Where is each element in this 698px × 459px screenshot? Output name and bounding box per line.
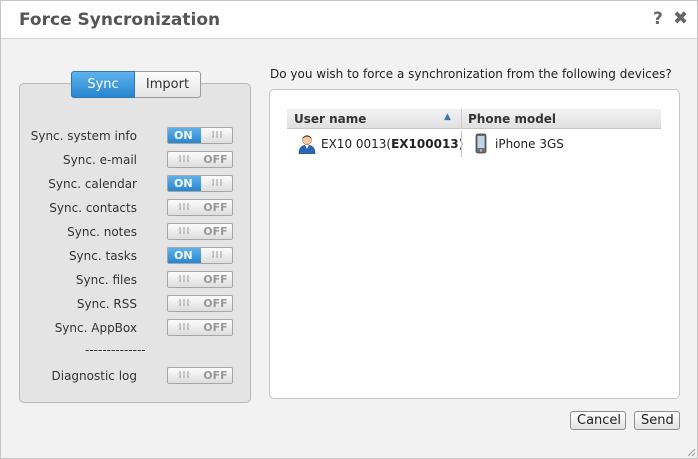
option-label: Diagnostic log [51,369,138,383]
option-row: Sync. notes OFF III [21,223,233,243]
toggle-switch[interactable]: ON III [167,127,233,144]
toggle-grip-icon: III [178,154,191,165]
option-label: Sync. e-mail [63,153,137,167]
help-icon[interactable]: ? [653,9,663,29]
option-label: Sync. contacts [49,201,137,215]
dialog-title: Force Syncronization [19,10,221,30]
column-header-user-name[interactable]: User name [294,112,366,126]
toggle-grip-icon: III [178,322,191,333]
toggle-off-label: OFF [203,153,228,166]
toggle-switch[interactable]: OFF III [167,295,233,312]
toggle-grip-icon: III [178,298,191,309]
option-row: Sync. e-mail OFF III [21,151,233,171]
toggle-grip-icon: III [211,130,224,141]
user-name-cell: EX10 0013(EX100013) [321,137,463,151]
grid-header: User name ▲ Phone model [287,109,661,129]
toggle-switch[interactable]: OFF III [167,151,233,168]
option-row: Sync. contacts OFF III [21,199,233,219]
toggle-grip-icon: III [211,250,224,261]
toggle-switch[interactable]: OFF III [167,271,233,288]
toggle-grip-icon: III [178,370,191,381]
option-label: Sync. calendar [48,177,137,191]
sort-ascending-icon[interactable]: ▲ [444,112,451,122]
title-bar: Force Syncronization ? ✖ [1,1,697,39]
option-label: Sync. AppBox [54,321,137,335]
toggle-switch[interactable]: OFF III [167,199,233,216]
tab-import[interactable]: Import [135,71,201,98]
options-separator: -------------- [85,343,146,357]
option-row: Diagnostic log OFF III [21,367,233,387]
confirmation-question: Do you wish to force a synchronization f… [270,67,672,81]
toggle-off-label: OFF [203,201,228,214]
option-row: Sync. AppBox OFF III [21,319,233,339]
send-button[interactable]: Send [634,411,680,430]
option-row: Sync. calendar ON III [21,175,233,195]
toggle-on-label: ON [168,248,201,263]
table-row[interactable]: EX10 0013(EX100013) iPhone 3GS [287,131,661,157]
toggle-off-label: OFF [203,321,228,334]
option-row: Sync. files OFF III [21,271,233,291]
close-icon[interactable]: ✖ [673,8,688,29]
force-sync-dialog: Force Syncronization ? ✖ Sync Import Syn… [0,0,698,459]
toggle-grip-icon: III [178,274,191,285]
phone-icon [475,133,487,154]
user-id: EX100013 [391,137,459,151]
cancel-button[interactable]: Cancel [570,411,626,430]
toggle-on-label: ON [168,128,201,143]
toggle-switch[interactable]: OFF III [167,319,233,336]
resize-grip-icon[interactable] [686,447,696,457]
toggle-grip-icon: III [178,202,191,213]
toggle-switch[interactable]: ON III [167,247,233,264]
toggle-on-label: ON [168,176,201,191]
toggle-off-label: OFF [203,273,228,286]
column-divider[interactable] [461,109,462,129]
toggle-off-label: OFF [203,369,228,382]
option-label: Sync. notes [67,225,137,239]
column-divider [461,131,462,157]
option-label: Sync. system info [30,129,137,143]
option-row: Sync. tasks ON III [21,247,233,267]
option-label: Sync. files [75,273,137,287]
tab-sync[interactable]: Sync [71,71,135,98]
option-row: Sync. system info ON III [21,127,233,147]
toggle-switch[interactable]: OFF III [167,367,233,384]
toggle-grip-icon: III [178,226,191,237]
toggle-grip-icon: III [211,178,224,189]
phone-model-cell: iPhone 3GS [495,137,564,151]
toggle-off-label: OFF [203,225,228,238]
toggle-off-label: OFF [203,297,228,310]
tab-bar: Sync Import [71,71,201,98]
toggle-switch[interactable]: ON III [167,175,233,192]
option-label: Sync. tasks [68,249,137,263]
option-label: Sync. RSS [76,297,137,311]
column-header-phone-model[interactable]: Phone model [468,112,556,126]
user-icon [298,135,316,154]
toggle-switch[interactable]: OFF III [167,223,233,240]
user-name-prefix: EX10 0013( [321,137,392,151]
option-row: Sync. RSS OFF III [21,295,233,315]
